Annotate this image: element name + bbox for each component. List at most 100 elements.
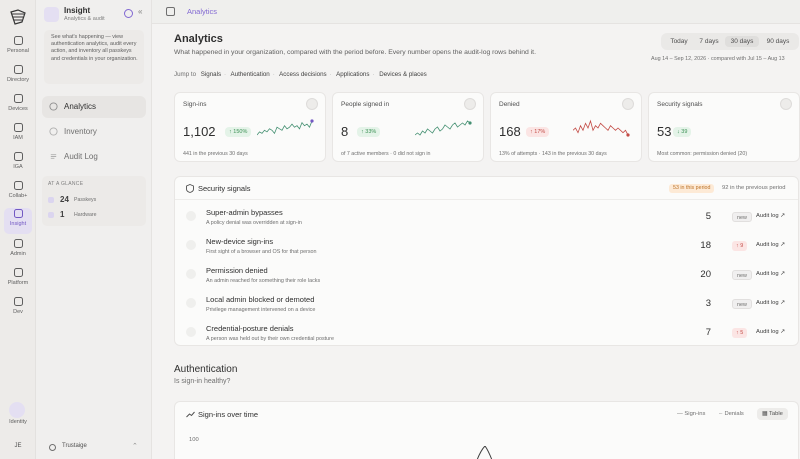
- signal-count[interactable]: 3: [695, 298, 711, 309]
- signal-row-permission-denied[interactable]: Permission denied An admin reached for so…: [175, 260, 798, 289]
- app-rail: Personal Directory Devices IAM IGA Collab+ Ins…: [0, 0, 36, 459]
- rail-item-label: Devices: [8, 106, 28, 112]
- nav-label: Audit Log: [64, 152, 98, 161]
- legend-signins[interactable]: — Sign-ins: [677, 411, 705, 417]
- signal-title: Super-admin bypasses: [206, 208, 283, 217]
- credential-icon: [186, 327, 196, 337]
- kpi-card-security-signals[interactable]: Security signals 53 ↓ 39 Most common: permi…: [648, 92, 800, 162]
- signal-delta-badge: new: [732, 270, 752, 280]
- kpi-value: 53: [657, 124, 672, 139]
- org-switcher[interactable]: Trustaige ⌃: [44, 442, 144, 454]
- rail-item-devices[interactable]: Devices: [0, 93, 36, 119]
- kpi-title: Sign-ins: [183, 101, 207, 108]
- signal-title: Local admin blocked or demoted: [206, 295, 315, 304]
- separator: ·: [272, 71, 275, 78]
- nav-item-analytics[interactable]: Analytics: [42, 96, 146, 118]
- collab-icon: [13, 181, 23, 190]
- audit-log-link[interactable]: Audit log ↗: [756, 271, 785, 277]
- rail-item-directory[interactable]: Directory: [0, 64, 36, 90]
- jump-to-nav: Jump to Signals · Authentication · Access …: [174, 71, 430, 78]
- signal-row-super-admin-bypasses[interactable]: Super-admin bypasses A policy denial was …: [175, 202, 798, 231]
- jump-link-signals[interactable]: Signals: [201, 71, 221, 78]
- signal-description: A policy denial was overridden at sign-i…: [206, 220, 302, 226]
- range-7-days[interactable]: 7 days: [695, 36, 723, 47]
- rail-item-iam[interactable]: IAM: [0, 122, 36, 148]
- rail-item-collab[interactable]: Collab+: [0, 180, 36, 206]
- legend-swatch: -·: [719, 411, 723, 417]
- audit-log-link[interactable]: Audit log ↗: [756, 329, 785, 335]
- help-icon[interactable]: [124, 9, 133, 18]
- table-view-button[interactable]: ▦ Table: [757, 408, 788, 420]
- jump-link-applications[interactable]: Applications: [336, 71, 369, 78]
- kpi-card-sign-ins[interactable]: Sign-ins 1,102 ↑ 150% 441 in the previous 3…: [174, 92, 326, 162]
- rail-item-insight[interactable]: Insight: [4, 208, 32, 234]
- rail-item-label: Directory: [6, 77, 29, 83]
- jump-link-devices-places[interactable]: Devices & places: [379, 71, 426, 78]
- collapse-sidebar-icon[interactable]: «: [138, 7, 142, 16]
- signal-count[interactable]: 18: [695, 240, 711, 251]
- kpi-delta-badge: ↑ 150%: [225, 127, 252, 137]
- rail-item-admin[interactable]: Admin: [0, 238, 36, 264]
- rail-item-label: Collab+: [8, 193, 28, 199]
- identity-icon[interactable]: [9, 402, 25, 418]
- org-name: Trustaige: [62, 443, 87, 449]
- signal-description: Privilege management intervened on a dev…: [206, 307, 316, 313]
- analytics-icon: [49, 102, 58, 111]
- signal-count[interactable]: 7: [695, 327, 711, 338]
- breadcrumb[interactable]: Analytics: [187, 7, 217, 16]
- range-today[interactable]: Today: [665, 36, 693, 47]
- kpi-delta-badge: ↑ 17%: [526, 127, 550, 137]
- audit-log-link[interactable]: Audit log ↗: [756, 213, 785, 219]
- signins-series-line: [476, 446, 493, 459]
- rail-item-dev[interactable]: Dev: [0, 296, 36, 322]
- wrench-icon: [13, 297, 23, 306]
- separator: ·: [224, 71, 227, 78]
- signal-count[interactable]: 20: [695, 269, 711, 280]
- y-axis-tick: 100: [189, 437, 199, 443]
- nav-item-audit-log[interactable]: Audit Log: [42, 146, 146, 168]
- rail-item-platform[interactable]: Platform: [0, 267, 36, 293]
- avatar[interactable]: JE: [10, 440, 26, 452]
- denied-icon: [622, 98, 634, 110]
- rail-item-iga[interactable]: IGA: [0, 151, 36, 177]
- kpi-card-denied[interactable]: Denied 168 ↑ 17% 13% of attempts · 143 in t…: [490, 92, 642, 162]
- previous-period-count: 92 in the previous period: [722, 185, 786, 191]
- passkey-icon: [48, 197, 54, 203]
- kpi-card-people-signed-in[interactable]: People signed in 8 ↑ 33% of 7 active member…: [332, 92, 484, 162]
- jump-link-access-decisions[interactable]: Access decisions: [279, 71, 326, 78]
- shield-icon: [186, 184, 194, 193]
- chevron-updown-icon: ⌃: [132, 443, 138, 450]
- comparison-period: Aug 14 – Sep 12, 2026 · compared with Ju…: [651, 56, 785, 62]
- glance-count: 24: [60, 195, 69, 204]
- range-90-days[interactable]: 90 days: [761, 36, 795, 47]
- signal-count[interactable]: 5: [695, 211, 711, 222]
- rail-item-label: Personal: [7, 48, 29, 54]
- signal-row-new-device-sign-ins[interactable]: New-device sign-ins First sight of a brow…: [175, 231, 798, 260]
- kpi-footer: Most common: permission denied (20): [657, 151, 748, 157]
- legend-label: Sign-ins: [684, 411, 706, 417]
- signal-delta-badge: ↑ 5: [732, 328, 748, 338]
- signal-row-local-admin-blocked-or-demoted[interactable]: Local admin blocked or demoted Privilege …: [175, 289, 798, 318]
- rail-item-personal[interactable]: Personal: [0, 35, 36, 61]
- glance-label: Passkeys: [74, 197, 97, 203]
- jump-link-authentication[interactable]: Authentication: [231, 71, 270, 78]
- sidebar-header: Insight Analytics & audit «: [44, 6, 148, 24]
- sparkline-path: [257, 120, 313, 136]
- legend-denials[interactable]: -· Denials: [719, 411, 744, 417]
- audit-log-link[interactable]: Audit log ↗: [756, 242, 785, 248]
- glance-count: 1: [60, 210, 65, 219]
- range-30-days[interactable]: 30 days: [725, 36, 759, 47]
- at-a-glance: AT A GLANCE 24 Passkeys 1 Hardware: [42, 176, 146, 226]
- rail-item-label: Admin: [10, 251, 26, 257]
- audit-log-link[interactable]: Audit log ↗: [756, 300, 785, 306]
- security-signals-panel: Security signals 53 in this period 92 in…: [174, 176, 799, 346]
- blocked-icon: [186, 269, 196, 279]
- toggle-panel-icon[interactable]: [166, 7, 175, 16]
- shield-icon: [13, 123, 23, 132]
- nav-item-inventory[interactable]: Inventory: [42, 121, 146, 143]
- kpi-value: 1,102: [183, 124, 216, 139]
- person-icon: [13, 36, 23, 45]
- legend-label: Denials: [724, 411, 744, 417]
- signal-row-credential-posture-denials[interactable]: Credential-posture denials A person was h…: [175, 318, 798, 347]
- brand-logo-icon: [10, 9, 26, 25]
